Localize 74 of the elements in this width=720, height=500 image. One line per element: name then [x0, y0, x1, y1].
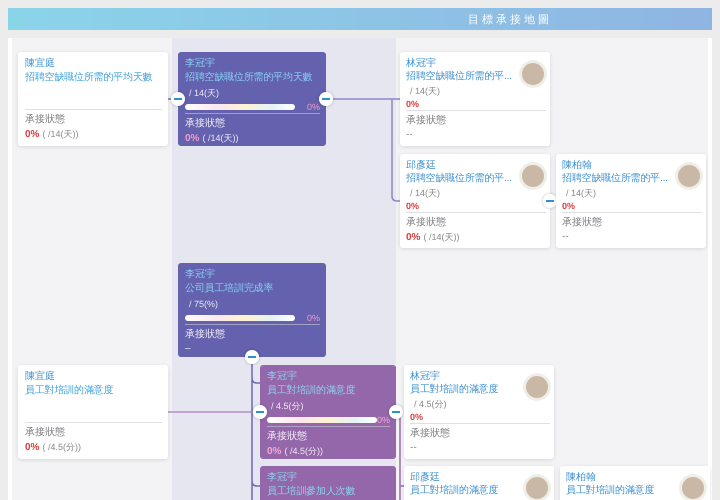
owner-name: 陳宜庭 — [25, 58, 56, 70]
progress-percent: 0% — [306, 101, 320, 113]
goal-title: 招聘空缺職位所需的平均天數 — [185, 71, 314, 85]
status-value: – — [185, 343, 191, 355]
owner-name: 李冠宇 — [267, 472, 298, 484]
owner-name: 林冠宇 — [406, 58, 437, 70]
owner-name: 李冠宇 — [185, 58, 216, 70]
progress-percent: 0% — [306, 312, 320, 324]
goal-title: 員工培訓參加人次數 — [267, 485, 356, 499]
goal-title: 招聘空缺職位所需的平... — [406, 173, 513, 185]
avatar-placeholder — [520, 163, 546, 189]
target-value: / 14(天) — [566, 187, 598, 199]
progress-percent: 0% — [406, 98, 420, 110]
progress-percent: 0% — [410, 411, 424, 423]
status-label: 承接狀態 — [25, 114, 66, 126]
minus-icon — [248, 356, 256, 358]
status-label: 承接狀態 — [267, 431, 308, 443]
goal-title: 員工對培訓的滿意度 — [410, 485, 500, 497]
minus-icon — [392, 411, 400, 413]
status-detail: ( /4.5(分)) — [284, 445, 323, 457]
status-value: 0% — [406, 232, 420, 244]
minus-icon — [256, 411, 264, 413]
progress-percent: 0% — [406, 200, 420, 212]
owner-name: 陳柏翰 — [562, 160, 593, 172]
owner-name: 邱彥廷 — [410, 472, 441, 484]
page-title: 目標承接地圖 — [467, 12, 552, 26]
target-value: / 14(天) — [189, 87, 220, 99]
avatar-placeholder — [676, 163, 702, 189]
status-detail: ( /14(天)) — [202, 132, 238, 144]
owner-name: 陳宜庭 — [25, 371, 56, 383]
status-value: 0% — [25, 442, 40, 454]
status-detail: ( /4.5(分)) — [42, 441, 81, 453]
owner-name: 李冠宇 — [267, 371, 298, 383]
status-value: 0% — [25, 129, 40, 141]
owner-name: 李冠宇 — [185, 269, 216, 281]
goal-title: 招聘空缺職位所需的平均天數 — [25, 71, 154, 85]
progress-percent: 0% — [562, 200, 576, 212]
status-value: -- — [562, 231, 569, 243]
status-label: 承接狀態 — [562, 217, 603, 229]
avatar-placeholder — [520, 61, 546, 87]
progress-percent: 0% — [376, 414, 390, 426]
status-value: -- — [406, 129, 413, 141]
owner-name: 陳柏翰 — [566, 472, 597, 484]
goal-title: 員工對培訓的滿意度 — [25, 384, 114, 398]
target-value: / 4.5(分) — [414, 398, 448, 410]
status-value: -- — [410, 442, 417, 454]
status-detail: ( /14(天)) — [42, 128, 78, 140]
goal-title: 招聘空缺職位所需的平... — [562, 173, 669, 185]
minus-icon — [322, 98, 330, 100]
status-label: 承接狀態 — [410, 428, 451, 440]
status-label: 承接狀態 — [406, 217, 447, 229]
goal-title: 公司員工培訓完成率 — [185, 282, 274, 296]
target-value: / 14(天) — [410, 85, 442, 97]
status-detail: ( /14(天)) — [423, 231, 460, 243]
owner-name: 林冠宇 — [410, 371, 441, 383]
status-value: 0% — [267, 446, 282, 458]
target-value: / 4.5(分) — [271, 400, 305, 412]
status-label: 承接狀態 — [25, 427, 66, 439]
goal-title: 員工對培訓的滿意度 — [267, 384, 356, 398]
owner-name: 邱彥廷 — [406, 160, 437, 172]
status-label: 承接狀態 — [185, 329, 226, 341]
avatar-placeholder — [524, 475, 550, 500]
target-value: / 75(%) — [189, 298, 220, 310]
status-label: 承接狀態 — [185, 118, 226, 130]
minus-icon — [546, 200, 554, 202]
goal-title: 員工對培訓的滿意度 — [410, 384, 500, 396]
target-value: / 14(天) — [410, 187, 442, 199]
status-label: 承接狀態 — [406, 115, 447, 127]
avatar-placeholder — [524, 374, 550, 400]
avatar-placeholder — [680, 475, 706, 500]
status-value: 0% — [185, 133, 200, 145]
goal-title: 員工對培訓的滿意度 — [566, 485, 656, 497]
minus-icon — [174, 98, 182, 100]
goal-title: 招聘空缺職位所需的平... — [406, 71, 513, 83]
